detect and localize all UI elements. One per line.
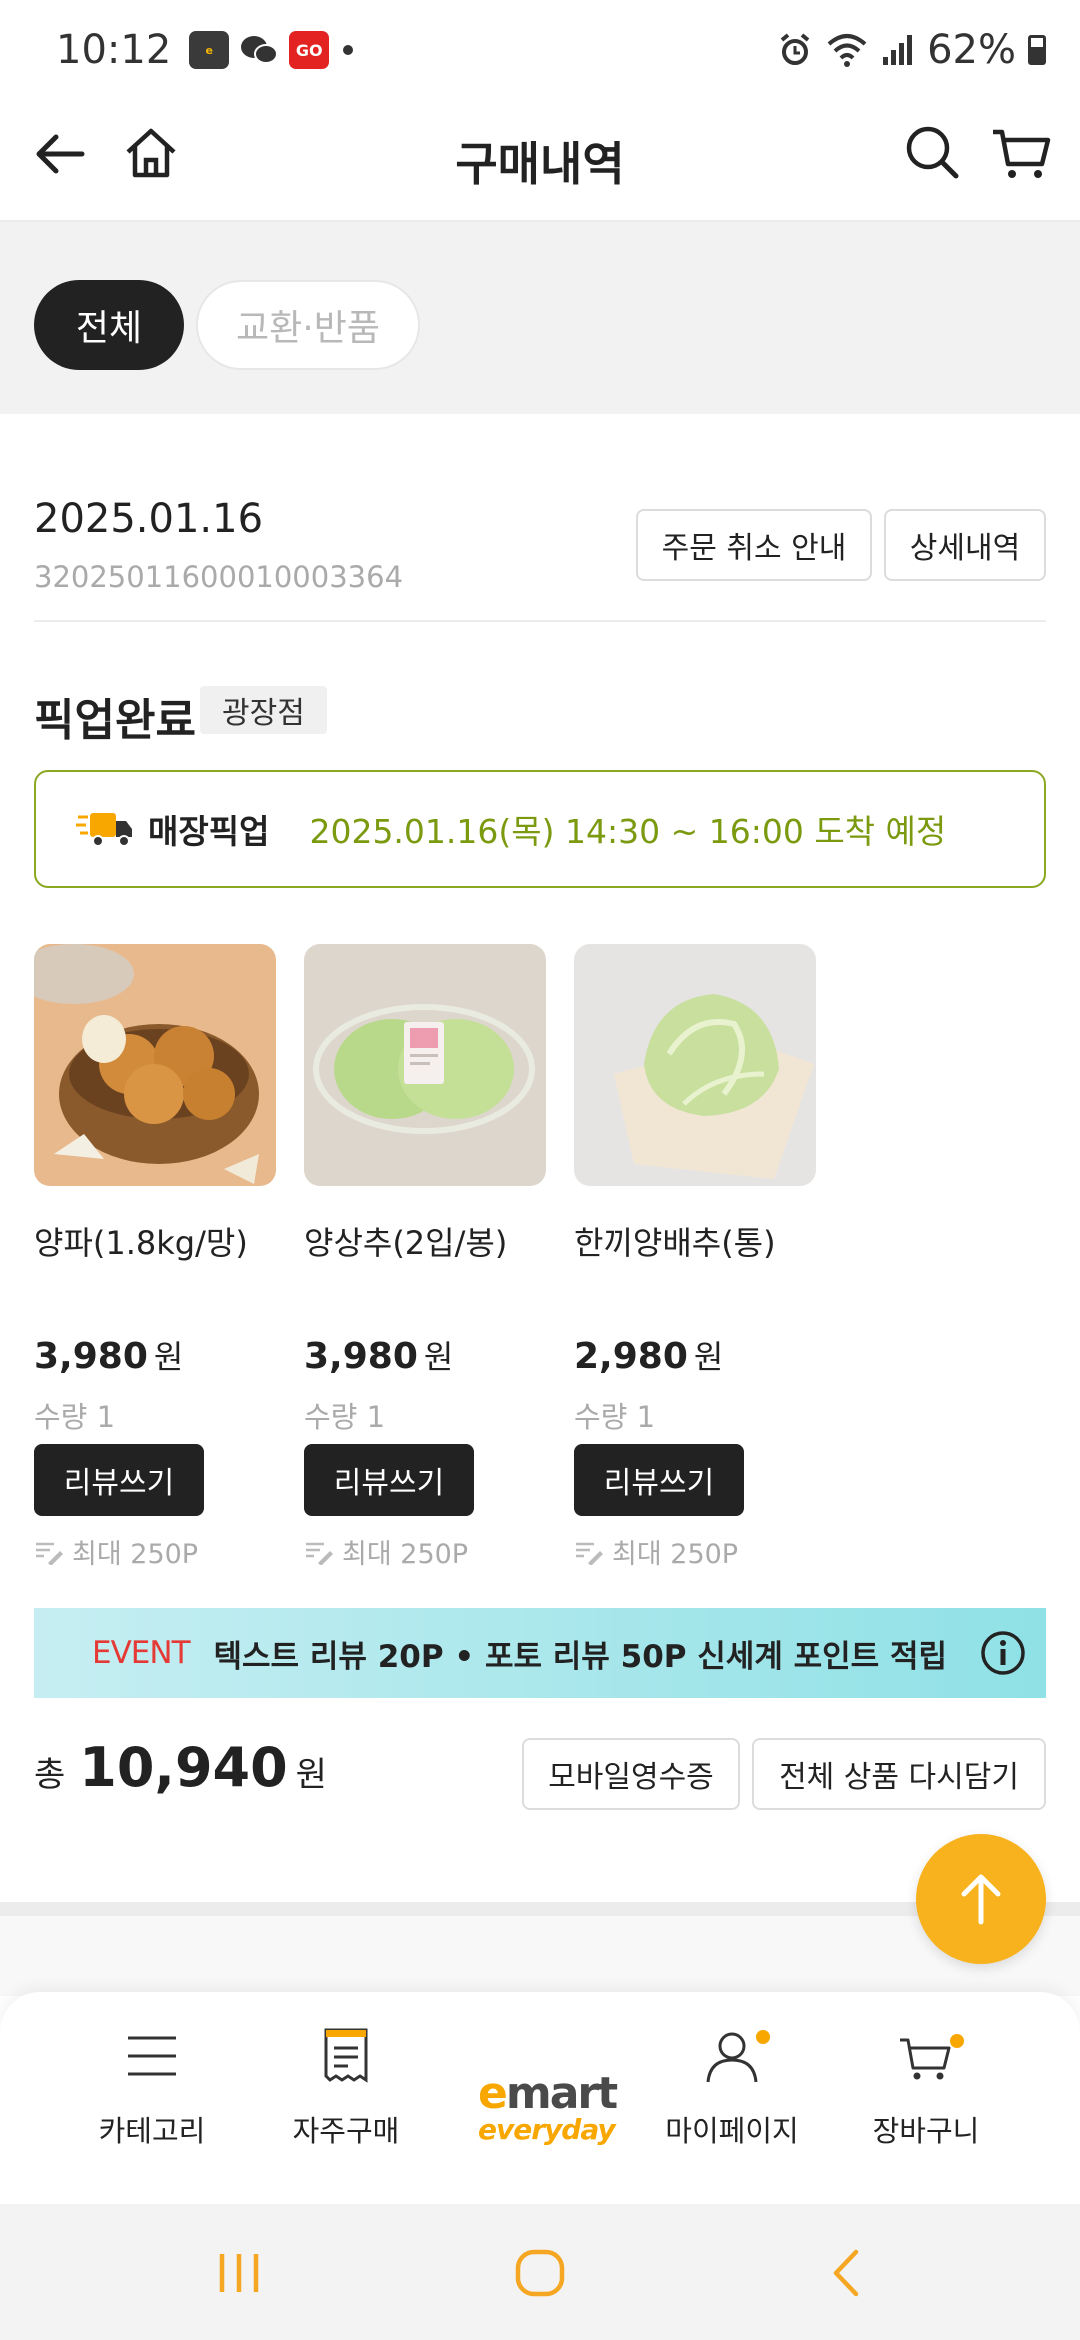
product-price: 3,980 원 <box>304 1332 453 1378</box>
status-time: 10:12 <box>56 27 172 73</box>
mobile-receipt-button[interactable]: 모바일영수증 <box>522 1738 740 1810</box>
reorder-all-button[interactable]: 전체 상품 다시담기 <box>752 1738 1046 1810</box>
price-currency: 원 <box>693 1338 724 1376</box>
battery-percent: 62% <box>927 27 1016 73</box>
order-number: 32025011600010003364 <box>34 560 404 594</box>
nav-mypage[interactable]: 마이페이지 <box>642 2026 822 2150</box>
nav-frequent-label: 자주구매 <box>292 2114 400 2148</box>
emart-emile-icon: e <box>189 31 230 69</box>
points-text: 최대 250P <box>342 1539 469 1570</box>
review-pencil-icon <box>576 1542 603 1565</box>
store-badge: 광장점 <box>200 686 327 734</box>
product-image-lettuce[interactable] <box>304 944 546 1186</box>
status-bar: 10:12 e GO 62% <box>0 0 1080 100</box>
wifi-icon <box>827 34 867 67</box>
points-text: 최대 250P <box>612 1539 739 1570</box>
receipt-icon <box>324 2028 368 2083</box>
price-value: 2,980 <box>574 1336 688 1377</box>
back-button-icon[interactable] <box>822 2248 872 2298</box>
review-pencil-icon <box>36 1542 63 1565</box>
total-unit: 원 <box>295 1755 327 1795</box>
logo-text-everyday: everyday <box>478 2113 616 2146</box>
search-icon[interactable] <box>902 122 962 182</box>
order-date: 2025.01.16 <box>34 496 264 542</box>
product-card[interactable]: 양파(1.8kg/망) 3,980 원 수량 1 리뷰쓰기 최대 250P <box>34 944 276 1570</box>
next-section-placeholder <box>0 1916 1080 1996</box>
order-total: 총 10,940 원 <box>34 1736 327 1799</box>
review-points: 최대 250P <box>304 1532 468 1571</box>
status-right: 62% <box>777 27 1046 73</box>
bottom-navigation: 카테고리 자주구매 emart everyday 마이페이지 장바구니 <box>0 1992 1080 2204</box>
nav-frequent[interactable]: 자주구매 <box>256 2026 436 2150</box>
price-currency: 원 <box>423 1338 454 1376</box>
review-points: 최대 250P <box>34 1532 198 1571</box>
nav-cart-label: 장바구니 <box>872 2114 980 2148</box>
wechat-icon <box>239 31 279 69</box>
status-app-icons: e GO <box>189 31 330 69</box>
logo-text-emart: emart <box>478 2068 618 2119</box>
go-app-icon: GO <box>289 31 330 69</box>
write-review-button[interactable]: 리뷰쓰기 <box>574 1444 744 1516</box>
nav-mypage-label: 마이페이지 <box>665 2114 799 2148</box>
product-quantity: 수량 1 <box>304 1400 386 1434</box>
product-price: 3,980 원 <box>34 1332 183 1378</box>
filter-tabs: 전체 교환·반품 <box>0 222 1080 414</box>
price-value: 3,980 <box>304 1336 418 1377</box>
product-name[interactable]: 양파(1.8kg/망) <box>34 1218 276 1264</box>
recent-apps-icon[interactable] <box>214 2248 264 2298</box>
emart-everyday-logo[interactable]: emart everyday <box>478 2068 618 2146</box>
pickup-status: 픽업완료 <box>34 695 196 746</box>
product-price: 2,980 원 <box>574 1332 723 1378</box>
cancel-guide-button[interactable]: 주문 취소 안내 <box>636 509 872 581</box>
total-prefix: 총 <box>34 1755 66 1795</box>
event-label: EVENT <box>92 1635 191 1671</box>
system-navigation-bar <box>0 2204 1080 2340</box>
home-button-icon[interactable] <box>514 2248 566 2298</box>
signal-icon <box>883 35 913 65</box>
review-pencil-icon <box>306 1542 333 1565</box>
delivery-truck-icon <box>76 813 132 847</box>
pickup-info-box: 매장픽업 2025.01.16(목) 14:30 ~ 16:00 도착 예정 <box>34 770 1046 888</box>
nav-category[interactable]: 카테고리 <box>62 2026 242 2150</box>
alarm-icon <box>780 33 810 65</box>
nav-cart[interactable]: 장바구니 <box>836 2026 1016 2150</box>
total-amount: 10,940 <box>79 1736 288 1799</box>
divider <box>34 620 1046 622</box>
product-name[interactable]: 양상추(2입/봉) <box>304 1218 546 1264</box>
pickup-time: 2025.01.16(목) 14:30 ~ 16:00 도착 예정 <box>309 812 947 851</box>
info-icon[interactable] <box>980 1630 1026 1676</box>
product-card[interactable]: 한끼양배추(통) 2,980 원 수량 1 리뷰쓰기 최대 250P <box>574 944 816 1570</box>
review-points: 최대 250P <box>574 1532 738 1571</box>
cart-badge-dot <box>950 2034 964 2048</box>
product-image-cabbage[interactable] <box>574 944 816 1186</box>
mypage-badge-dot <box>756 2030 770 2044</box>
points-text: 최대 250P <box>72 1539 199 1570</box>
product-image-onion[interactable] <box>34 944 276 1186</box>
battery-icon <box>1028 35 1046 65</box>
cart-icon <box>900 2038 951 2080</box>
price-value: 3,980 <box>34 1336 148 1377</box>
pickup-type: 매장픽업 <box>148 812 270 851</box>
event-banner[interactable]: EVENT 텍스트 리뷰 20P • 포토 리뷰 50P 신세계 포인트 적립 <box>34 1608 1046 1698</box>
app-header: 구매내역 <box>0 100 1080 222</box>
arrow-up-icon <box>961 1874 1001 1925</box>
scroll-to-top-button[interactable] <box>916 1834 1046 1964</box>
product-quantity: 수량 1 <box>34 1400 116 1434</box>
product-card[interactable]: 양상추(2입/봉) 3,980 원 수량 1 리뷰쓰기 최대 250P <box>304 944 546 1570</box>
cart-icon[interactable] <box>990 122 1052 184</box>
nav-category-label: 카테고리 <box>98 2114 206 2148</box>
menu-icon <box>128 2036 176 2076</box>
product-name[interactable]: 한끼양배추(통) <box>574 1218 816 1264</box>
notification-dot-icon <box>343 45 354 55</box>
user-icon <box>706 2032 758 2083</box>
write-review-button[interactable]: 리뷰쓰기 <box>34 1444 204 1516</box>
order-detail-button[interactable]: 상세내역 <box>884 509 1046 581</box>
event-text: 텍스트 리뷰 20P • 포토 리뷰 50P 신세계 포인트 적립 <box>213 1638 948 1675</box>
write-review-button[interactable]: 리뷰쓰기 <box>304 1444 474 1516</box>
price-currency: 원 <box>153 1338 184 1376</box>
product-quantity: 수량 1 <box>574 1400 656 1434</box>
tab-all[interactable]: 전체 <box>34 280 184 370</box>
tab-exchange-return[interactable]: 교환·반품 <box>196 280 420 370</box>
